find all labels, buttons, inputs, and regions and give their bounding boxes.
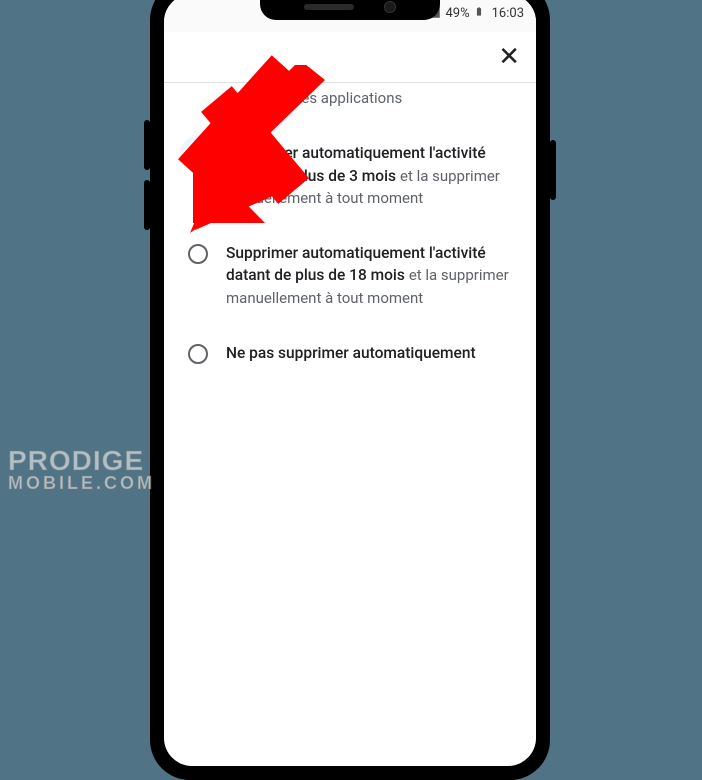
phone-screen: 49% 16:03 ✕ les applications Supprimer a…	[164, 0, 536, 766]
watermark-line2: MOBILE.COM	[8, 475, 155, 492]
power-button[interactable]	[550, 140, 556, 200]
volume-up-button[interactable]	[144, 120, 150, 170]
option-text: Supprimer automatiquement l'activité dat…	[226, 142, 512, 210]
radio-18-months[interactable]	[188, 244, 208, 264]
dialog-subtitle: les applications	[184, 82, 516, 126]
watermark-line1: PRODIGE	[8, 448, 155, 475]
option-18-months[interactable]: Supprimer automatiquement l'activité dat…	[184, 226, 516, 326]
option-3-months[interactable]: Supprimer automatiquement l'activité dat…	[184, 126, 516, 226]
phone-frame: 49% 16:03 ✕ les applications Supprimer a…	[150, 0, 550, 780]
option-text: Ne pas supprimer automatiquement	[226, 342, 512, 365]
battery-percent: 49%	[445, 6, 469, 21]
option-text: Supprimer automatiquement l'activité dat…	[226, 242, 512, 310]
dialog-header: ✕	[164, 32, 536, 83]
option-title: Ne pas supprimer automatiquement	[226, 344, 476, 362]
close-icon[interactable]: ✕	[498, 44, 520, 70]
front-camera	[384, 1, 396, 13]
option-never[interactable]: Ne pas supprimer automatiquement	[184, 326, 516, 381]
watermark: PRODIGE MOBILE.COM	[8, 448, 155, 492]
radio-3-months[interactable]	[188, 144, 208, 164]
phone-notch	[260, 0, 440, 20]
battery-icon	[474, 4, 484, 23]
radio-never[interactable]	[188, 344, 208, 364]
speaker	[304, 4, 354, 10]
volume-down-button[interactable]	[144, 180, 150, 230]
status-time: 16:03	[492, 6, 524, 21]
dialog-content: les applications Supprimer automatiqueme…	[164, 82, 536, 766]
